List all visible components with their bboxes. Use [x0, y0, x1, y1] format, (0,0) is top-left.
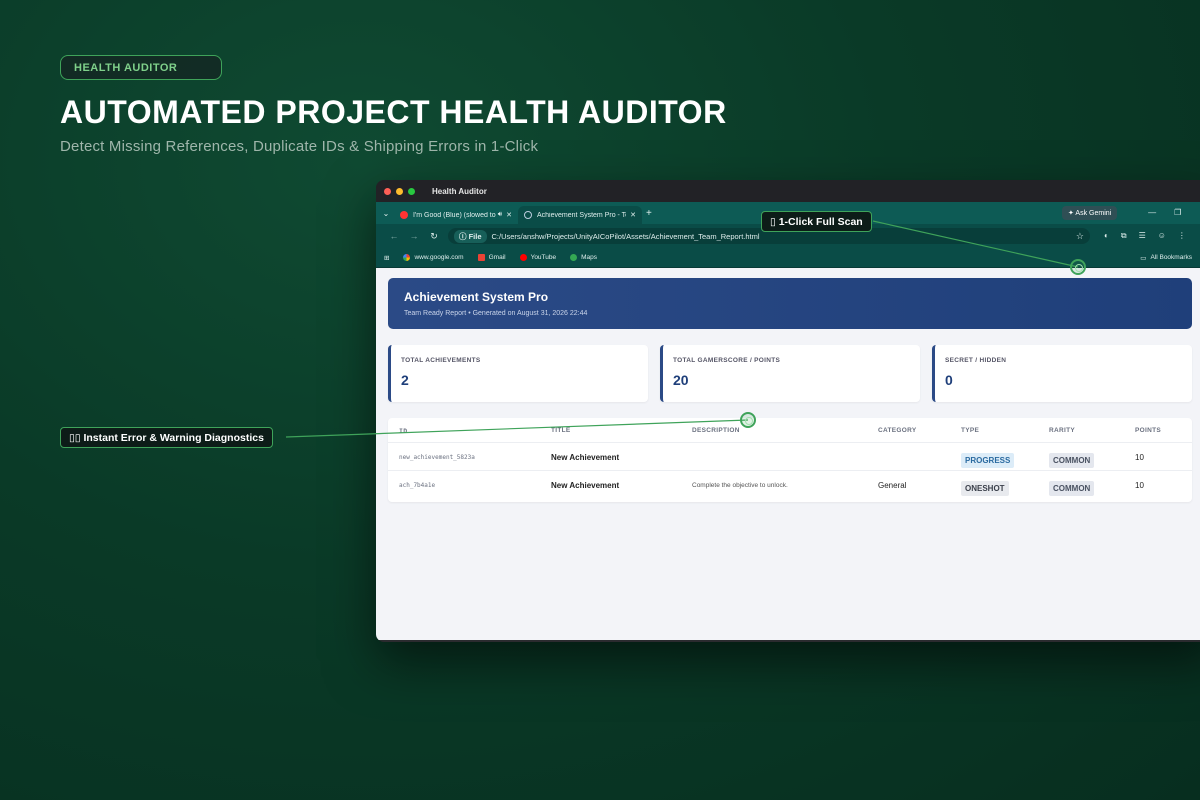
callout-connector-lines [285, 220, 1079, 438]
scan-connector-line [872, 220, 1079, 268]
scan-target-marker [1070, 259, 1086, 275]
full-scan-callout: ▯ 1-Click Full Scan [761, 211, 872, 232]
diagnostics-target-marker [740, 412, 756, 428]
diagnostics-connector-line [285, 419, 749, 438]
diagnostics-callout: ▯▯ Instant Error & Warning Diagnostics [60, 427, 273, 448]
